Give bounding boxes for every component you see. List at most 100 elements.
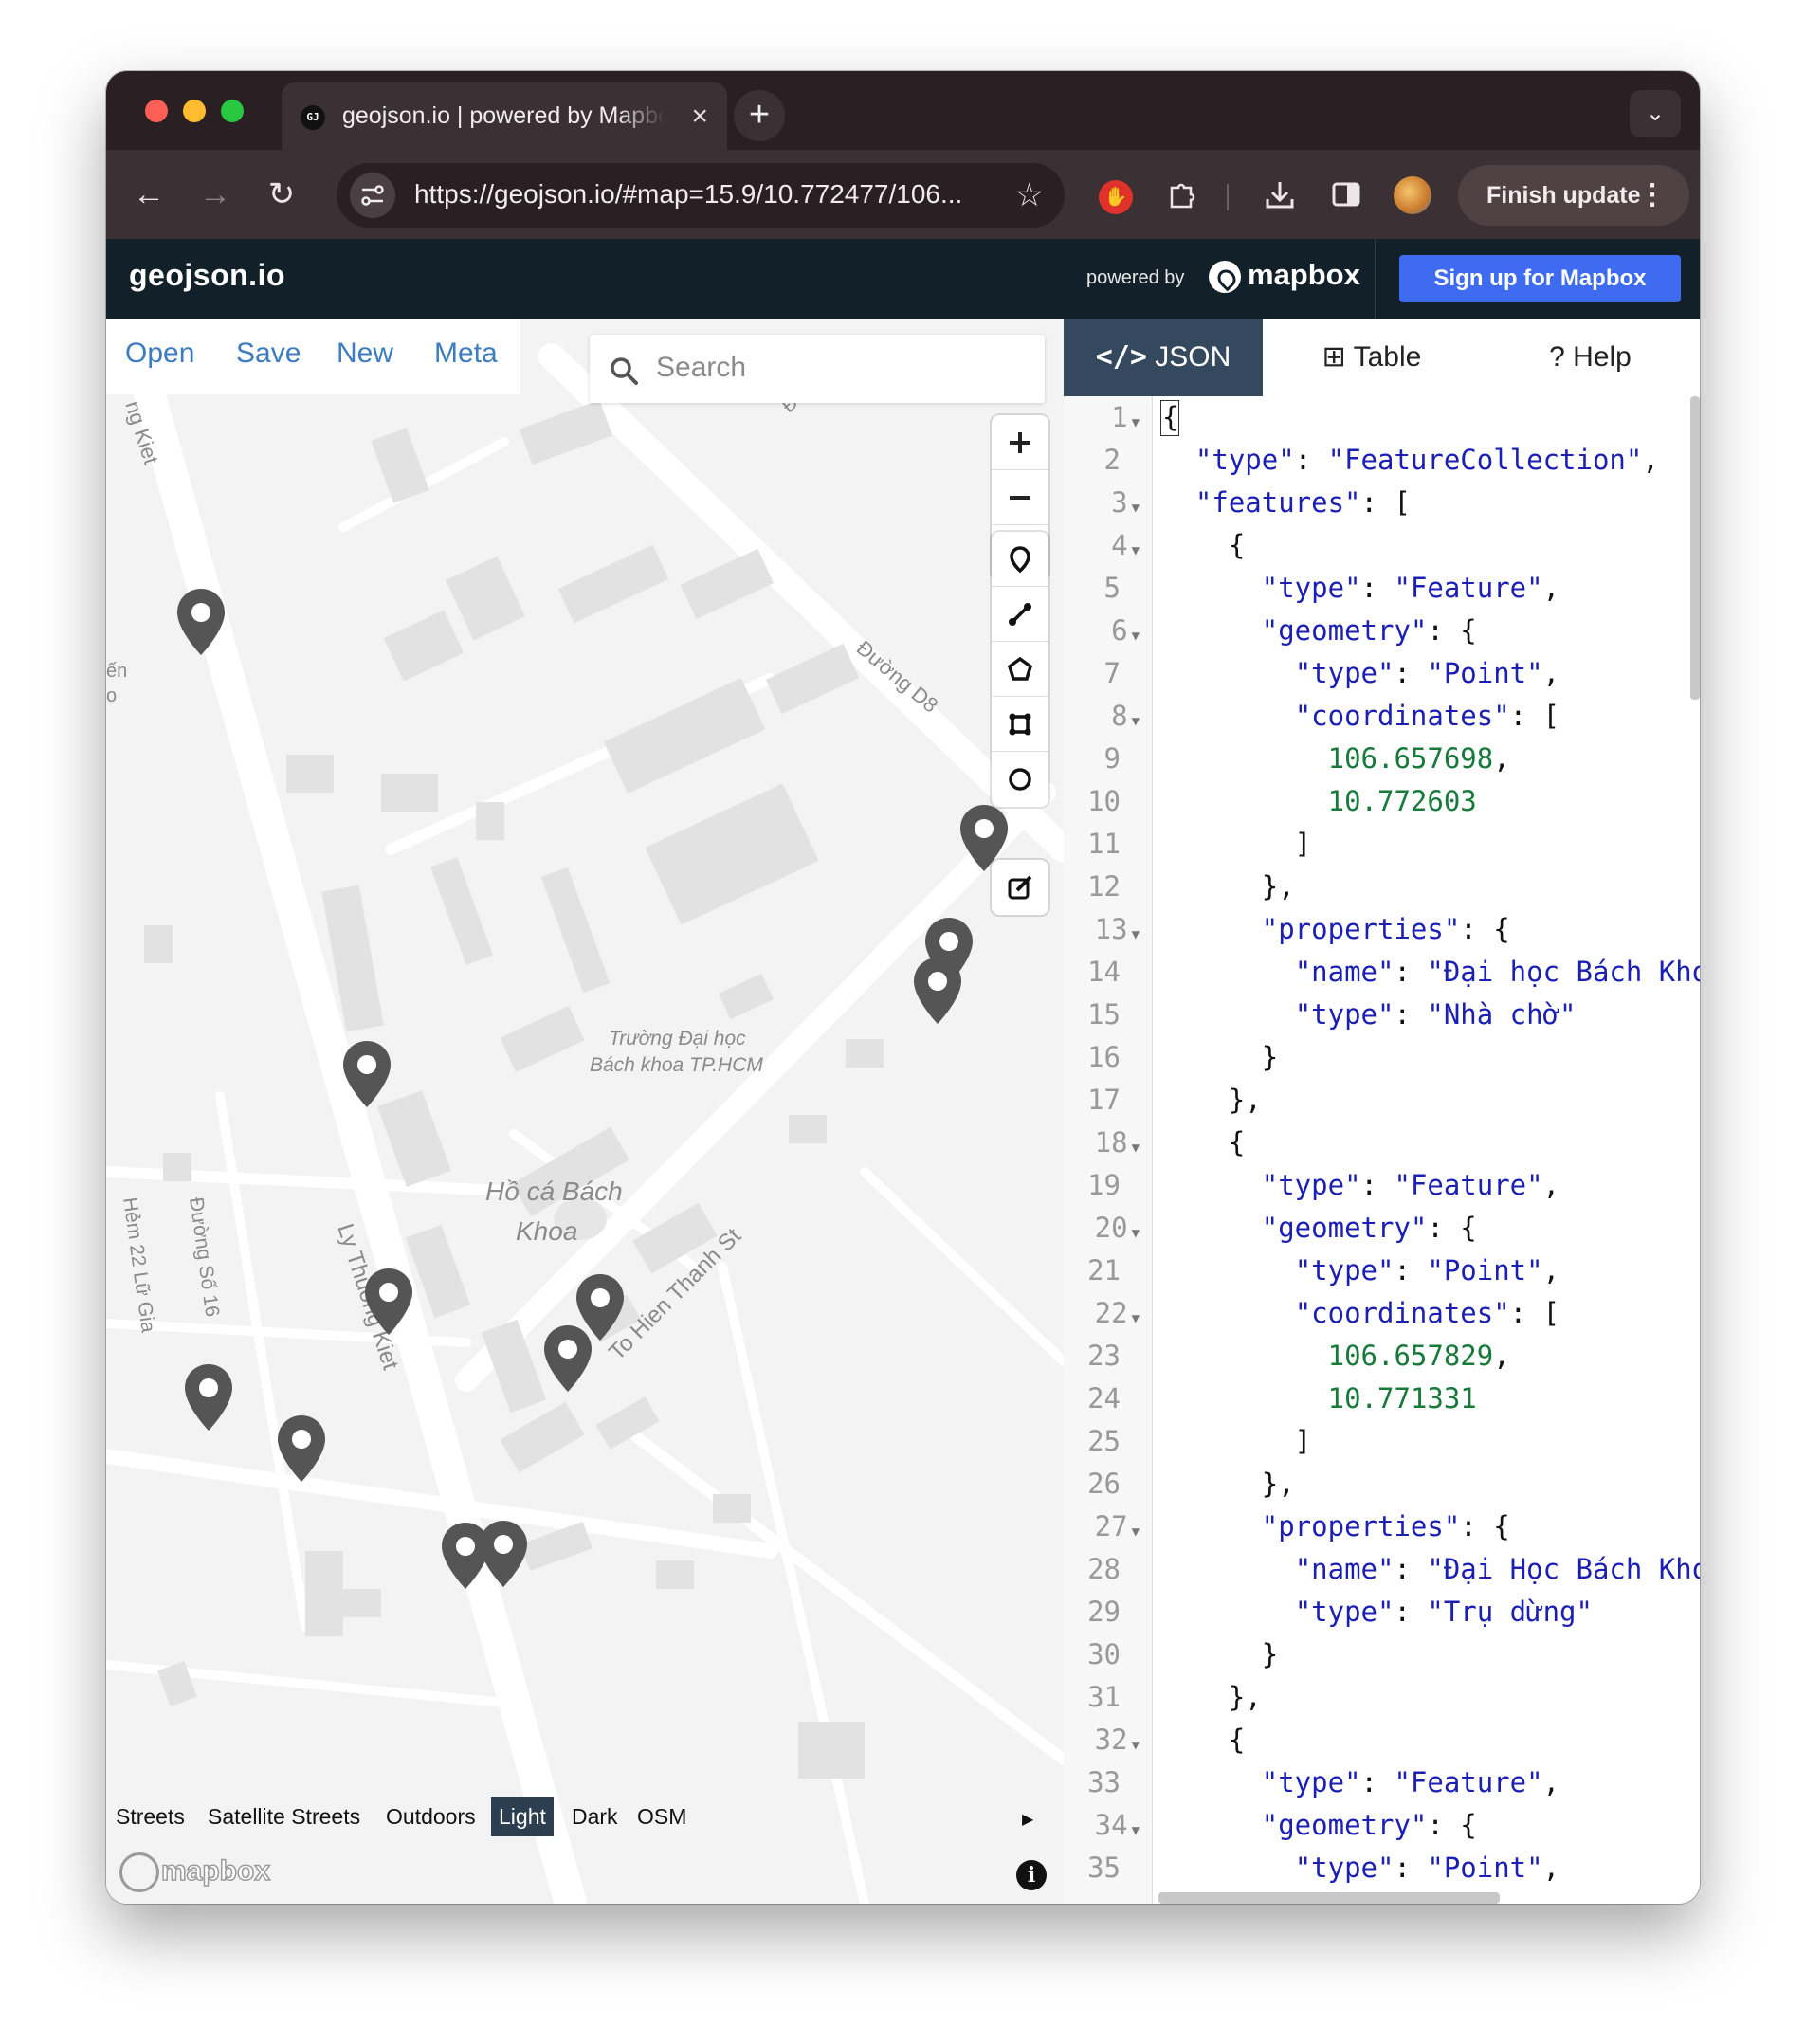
draw-rectangle-button[interactable] [992,697,1048,752]
bookmark-star-icon[interactable]: ☆ [1015,174,1044,216]
polygon-icon [1007,656,1033,681]
fold-arrow-icon[interactable]: ▼ [1132,1823,1140,1838]
maximize-window-button[interactable] [221,100,244,122]
vertical-scrollbar[interactable] [1690,396,1700,700]
table-icon: ⊞ [1322,341,1346,373]
draw-circle-button[interactable] [992,752,1048,807]
back-button[interactable]: ← [125,171,173,218]
toolbar-separator [1227,184,1229,210]
fold-arrow-icon[interactable]: ▼ [1132,1141,1140,1156]
map-marker[interactable] [182,1362,235,1433]
finish-update-button[interactable]: Finish update ⋮ [1458,165,1689,226]
mapbox-attribution-logo[interactable]: mapbox [119,1852,271,1894]
code-line: "type": "Feature", [1261,572,1560,604]
browser-tab[interactable]: GJ geojson.io | powered by Mapbox × [282,82,727,150]
style-outdoors[interactable]: Outdoors [378,1797,483,1836]
tab-json[interactable]: </> JSON [1064,319,1263,396]
mapbox-wordmark[interactable]: mapbox [1248,258,1360,292]
extensions-puzzle-icon[interactable] [1158,171,1206,218]
line-number: 6 ▼ [1111,614,1140,647]
horizontal-scrollbar[interactable] [1158,1892,1500,1904]
forward-button[interactable]: → [191,171,239,218]
reload-button[interactable]: ↻ [258,171,305,218]
map-marker[interactable] [911,956,964,1026]
site-info-icon[interactable] [350,173,395,218]
line-number: 20 ▼ [1094,1212,1140,1244]
search-input[interactable]: Search [590,335,1045,403]
kebab-menu-icon[interactable]: ⋮ [1638,165,1667,226]
close-window-button[interactable] [145,100,168,122]
app-logo[interactable]: geojson.io [129,258,285,293]
fold-arrow-icon[interactable]: ▼ [1132,543,1140,558]
style-light[interactable]: Light [491,1797,554,1836]
style-osm[interactable]: OSM [629,1797,694,1836]
file-menu-bar: Open Save New Meta [106,319,520,394]
search-placeholder: Search [656,352,747,383]
panel-tabs: </> JSON ⊞ Table ? Help [1064,319,1700,396]
adblock-extension-icon[interactable]: ✋ [1092,171,1140,218]
menu-save[interactable]: Save [236,338,301,370]
info-icon[interactable]: i [1016,1860,1047,1890]
app-header: geojson.io powered by mapbox Sign up for… [106,239,1700,319]
code-line: "geometry": { [1261,1212,1477,1244]
new-tab-button[interactable]: + [734,90,785,141]
json-editor[interactable]: 1 ▼ 2 3 ▼ 4 ▼ 5 6 ▼ 7 8 ▼ 9 10 11 12 13 ▼ 14 15 16 17 18 ▼ 19 20 ▼ 2… [1064,396,1700,1904]
menu-meta[interactable]: Meta [434,338,498,370]
fold-arrow-icon[interactable]: ▼ [1132,1738,1140,1753]
line-number: 17 [1087,1084,1121,1116]
signup-button[interactable]: Sign up for Mapbox [1399,255,1681,302]
line-number: 2 [1103,444,1121,476]
draw-point-button[interactable] [992,532,1048,587]
line-number: 7 [1103,657,1121,689]
map-marker[interactable] [275,1414,328,1484]
style-satellite-streets[interactable]: Satellite Streets [200,1797,368,1836]
profile-avatar[interactable] [1394,176,1431,214]
map-canvas[interactable]: ng Kiet Đường D8 Đường Trường Đại học Bá… [106,319,1064,1904]
zoom-in-button[interactable] [992,415,1048,470]
tab-title: geojson.io | powered by Mapbox [342,102,665,129]
code-line: "type": "Nhà chờ" [1294,998,1577,1031]
fold-arrow-icon[interactable]: ▼ [1132,415,1140,430]
map-marker[interactable] [340,1039,393,1109]
code-line: 106.657698, [1327,742,1510,775]
tab-table[interactable]: ⊞ Table [1263,319,1481,396]
map-marker[interactable] [541,1323,594,1394]
fold-arrow-icon[interactable]: ▼ [1132,714,1140,729]
line-number: 15 [1087,998,1121,1031]
style-streets[interactable]: Streets [108,1797,192,1836]
help-icon: ? [1549,341,1565,373]
minimize-window-button[interactable] [183,100,206,122]
code-line: "type": "Trụ dừng" [1294,1596,1593,1628]
map-marker[interactable] [174,587,228,657]
fold-arrow-icon[interactable]: ▼ [1132,1311,1140,1326]
draw-line-button[interactable] [992,587,1048,642]
browser-window: GJ geojson.io | powered by Mapbox × + ⌄ … [106,71,1700,1904]
draw-polygon-button[interactable] [992,642,1048,697]
map-marker[interactable] [362,1267,415,1337]
close-tab-icon[interactable]: × [691,98,708,136]
zoom-out-button[interactable] [992,470,1048,525]
map-label-university-1: Trường Đại học [609,1028,746,1049]
side-panel-icon[interactable] [1322,171,1370,218]
map-marker[interactable] [477,1519,530,1589]
fold-arrow-icon[interactable]: ▼ [1132,1226,1140,1241]
code-line: "properties": { [1261,913,1510,945]
code-line: { [1162,529,1246,561]
menu-open[interactable]: Open [125,338,194,370]
tab-help[interactable]: ? Help [1481,319,1700,396]
menu-new[interactable]: New [337,338,393,370]
fold-arrow-icon[interactable]: ▼ [1132,629,1140,644]
collapse-arrow-icon[interactable]: ▶ [1022,1810,1033,1829]
style-dark[interactable]: Dark [564,1797,626,1836]
address-bar[interactable]: https://geojson.io/#map=15.9/10.772477/1… [337,163,1065,228]
tab-search-button[interactable]: ⌄ [1630,90,1681,137]
line-number: 9 [1103,742,1121,775]
edit-features-button[interactable] [992,860,1048,915]
fold-arrow-icon[interactable]: ▼ [1132,927,1140,942]
code-line: 106.657829, [1327,1340,1510,1372]
line-number: 30 [1087,1638,1121,1670]
download-icon[interactable] [1256,171,1304,218]
fold-arrow-icon[interactable]: ▼ [1132,1524,1140,1540]
tab-help-label: Help [1573,341,1632,373]
fold-arrow-icon[interactable]: ▼ [1132,501,1140,516]
